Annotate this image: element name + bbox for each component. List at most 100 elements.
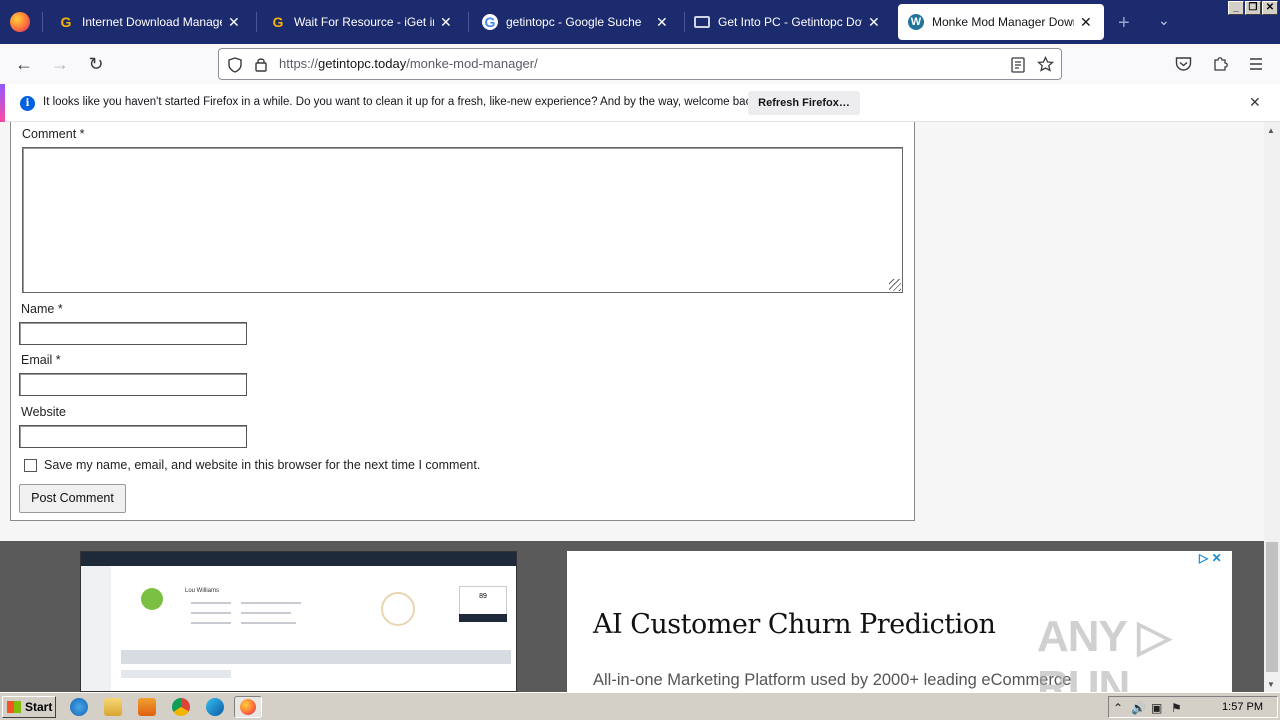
clock[interactable]: 1:57 PM	[1222, 701, 1263, 713]
reader-view-icon[interactable]	[1011, 57, 1025, 73]
reload-button[interactable]: ↻	[86, 54, 106, 74]
tab-title: Wait For Resource - iGet into PC	[294, 15, 434, 29]
monitor-icon	[694, 16, 710, 28]
ad-subtitle[interactable]: All-in-one Marketing Platform used by 20…	[593, 671, 1071, 690]
list-all-tabs-button[interactable]: ⌄	[1158, 12, 1170, 29]
getintopc-g-icon: G	[272, 14, 284, 30]
close-tab-icon[interactable]: ✕	[656, 14, 670, 31]
ad-screenshot-line	[191, 612, 231, 614]
new-tab-button[interactable]: +	[1118, 12, 1130, 35]
ad-title[interactable]: AI Customer Churn Prediction	[593, 609, 996, 640]
tab-idm[interactable]: G Internet Download Manager 6 I ✕	[48, 4, 252, 40]
start-button[interactable]: Start	[2, 696, 56, 718]
tab-separator	[42, 12, 43, 32]
minimize-button[interactable]: _	[1228, 1, 1244, 15]
close-notification-icon[interactable]: ✕	[1249, 94, 1261, 111]
tab-strip: G Internet Download Manager 6 I ✕ G Wait…	[0, 0, 1280, 44]
ad-screenshot-name: Lou Williams	[185, 588, 220, 594]
ad-screenshot-gauge	[381, 592, 415, 626]
save-info-label[interactable]: Save my name, email, and website in this…	[44, 458, 480, 472]
name-label: Name *	[21, 302, 63, 316]
ad-screenshot-topbar	[81, 552, 516, 566]
url-bar[interactable]: https://getintopc.today/monke-mod-manage…	[218, 48, 1062, 80]
tab-title: getintopc - Google Suche	[506, 15, 642, 29]
bookmark-star-icon[interactable]	[1037, 56, 1054, 73]
email-input[interactable]	[19, 373, 247, 396]
close-tab-icon[interactable]: ✕	[1080, 14, 1094, 31]
ad-screenshot-line	[241, 612, 291, 614]
tab-google-search[interactable]: G getintopc - Google Suche ✕	[472, 4, 680, 40]
edge-icon[interactable]	[206, 698, 224, 716]
firefox-refresh-notification: i It looks like you haven't started Fire…	[0, 84, 1280, 122]
system-tray: ⌃ 🔊 ▣ ⚑ 1:57 PM	[1108, 696, 1278, 718]
wordpress-icon: W	[908, 14, 924, 30]
action-center-flag-icon[interactable]: ⚑	[1171, 701, 1182, 715]
firefox-icon	[240, 699, 256, 715]
restore-button[interactable]: ❐	[1245, 1, 1261, 15]
close-tab-icon[interactable]: ✕	[440, 14, 454, 31]
nav-toolbar: ← → ↻ https://getintopc.today/monke-mod-…	[0, 44, 1280, 84]
start-label: Start	[25, 700, 53, 714]
ad-product-screenshot[interactable]: Lou Williams 89	[80, 551, 517, 692]
ad-choices-icon[interactable]: ▷ ✕	[1199, 551, 1222, 565]
ad-screenshot-toolbar	[121, 670, 231, 678]
comment-form: Comment * Name * Email * Website Save my…	[10, 122, 915, 521]
pocket-icon[interactable]	[1175, 56, 1192, 72]
tracking-shield-icon[interactable]	[227, 57, 243, 73]
show-hidden-icons-icon[interactable]: ⌃	[1113, 701, 1123, 715]
comment-label: Comment *	[22, 127, 85, 141]
refresh-firefox-button[interactable]: Refresh Firefox…	[748, 91, 860, 115]
ad-screenshot-score-button	[459, 614, 507, 622]
url-host: getintopc.today	[318, 56, 407, 71]
network-icon[interactable]: ▣	[1151, 701, 1162, 715]
getintopc-g-icon: G	[60, 14, 72, 30]
ad-screenshot-line	[241, 622, 296, 624]
hamburger-menu-icon[interactable]	[1248, 57, 1264, 71]
tab-wait-for-resource[interactable]: G Wait For Resource - iGet into PC ✕	[260, 4, 464, 40]
lock-icon[interactable]	[254, 56, 268, 72]
comment-textarea[interactable]	[22, 147, 903, 293]
tab-separator	[256, 12, 257, 32]
save-info-checkbox[interactable]	[24, 459, 37, 472]
url-text[interactable]: https://getintopc.today/monke-mod-manage…	[279, 56, 538, 71]
notification-accent	[0, 84, 5, 122]
window-close-button[interactable]: ✕	[1262, 1, 1278, 15]
url-scheme: https://	[279, 56, 319, 71]
ad-screenshot-line	[241, 602, 301, 604]
page-scrollbar[interactable]: ▲ ▼	[1264, 122, 1280, 692]
back-button[interactable]: ←	[14, 54, 34, 74]
page-content: Comment * Name * Email * Website Save my…	[0, 122, 1264, 692]
media-player-icon[interactable]	[138, 698, 156, 716]
ad-screenshot-avatar	[141, 588, 163, 610]
volume-icon[interactable]: 🔊	[1131, 701, 1146, 715]
tab-get-into-pc[interactable]: Get Into PC - Getintopc Downloa ✕	[684, 4, 892, 40]
ad-screenshot-sidebar	[81, 566, 111, 691]
chrome-icon[interactable]	[172, 698, 190, 716]
scroll-up-arrow-icon[interactable]: ▲	[1267, 126, 1275, 135]
anyrun-watermark: ANY ▷ RUN	[1037, 612, 1171, 692]
post-comment-button[interactable]: Post Comment	[19, 484, 126, 513]
windows-logo-icon	[7, 701, 21, 713]
firefox-logo-icon[interactable]	[10, 12, 30, 32]
notification-message: It looks like you haven't started Firefo…	[43, 96, 761, 108]
scroll-thumb[interactable]	[1266, 542, 1278, 672]
name-input[interactable]	[19, 322, 247, 345]
close-tab-icon[interactable]: ✕	[228, 14, 242, 31]
ie-icon[interactable]	[70, 698, 88, 716]
info-icon: i	[20, 96, 35, 111]
website-input[interactable]	[19, 425, 247, 448]
ad-screenshot-banner	[121, 650, 511, 664]
tab-separator	[468, 12, 469, 32]
resize-grip-icon[interactable]	[889, 279, 901, 291]
tab-monke-mod-manager[interactable]: W Monke Mod Manager Download ✕	[898, 4, 1104, 40]
google-icon: G	[482, 14, 498, 30]
advertisement[interactable]: Lou Williams 89 ▷ ✕ AI Customer Churn Pr…	[0, 541, 1264, 692]
extensions-puzzle-icon[interactable]	[1212, 55, 1229, 72]
explorer-icon[interactable]	[104, 698, 122, 716]
tab-title: Monke Mod Manager Download	[932, 15, 1074, 29]
scroll-down-arrow-icon[interactable]: ▼	[1267, 680, 1275, 689]
close-tab-icon[interactable]: ✕	[868, 14, 882, 31]
firefox-taskbar-button[interactable]	[234, 696, 262, 718]
forward-button[interactable]: →	[50, 54, 70, 74]
ad-text-panel[interactable]: ▷ ✕ AI Customer Churn Prediction All-in-…	[567, 551, 1232, 692]
